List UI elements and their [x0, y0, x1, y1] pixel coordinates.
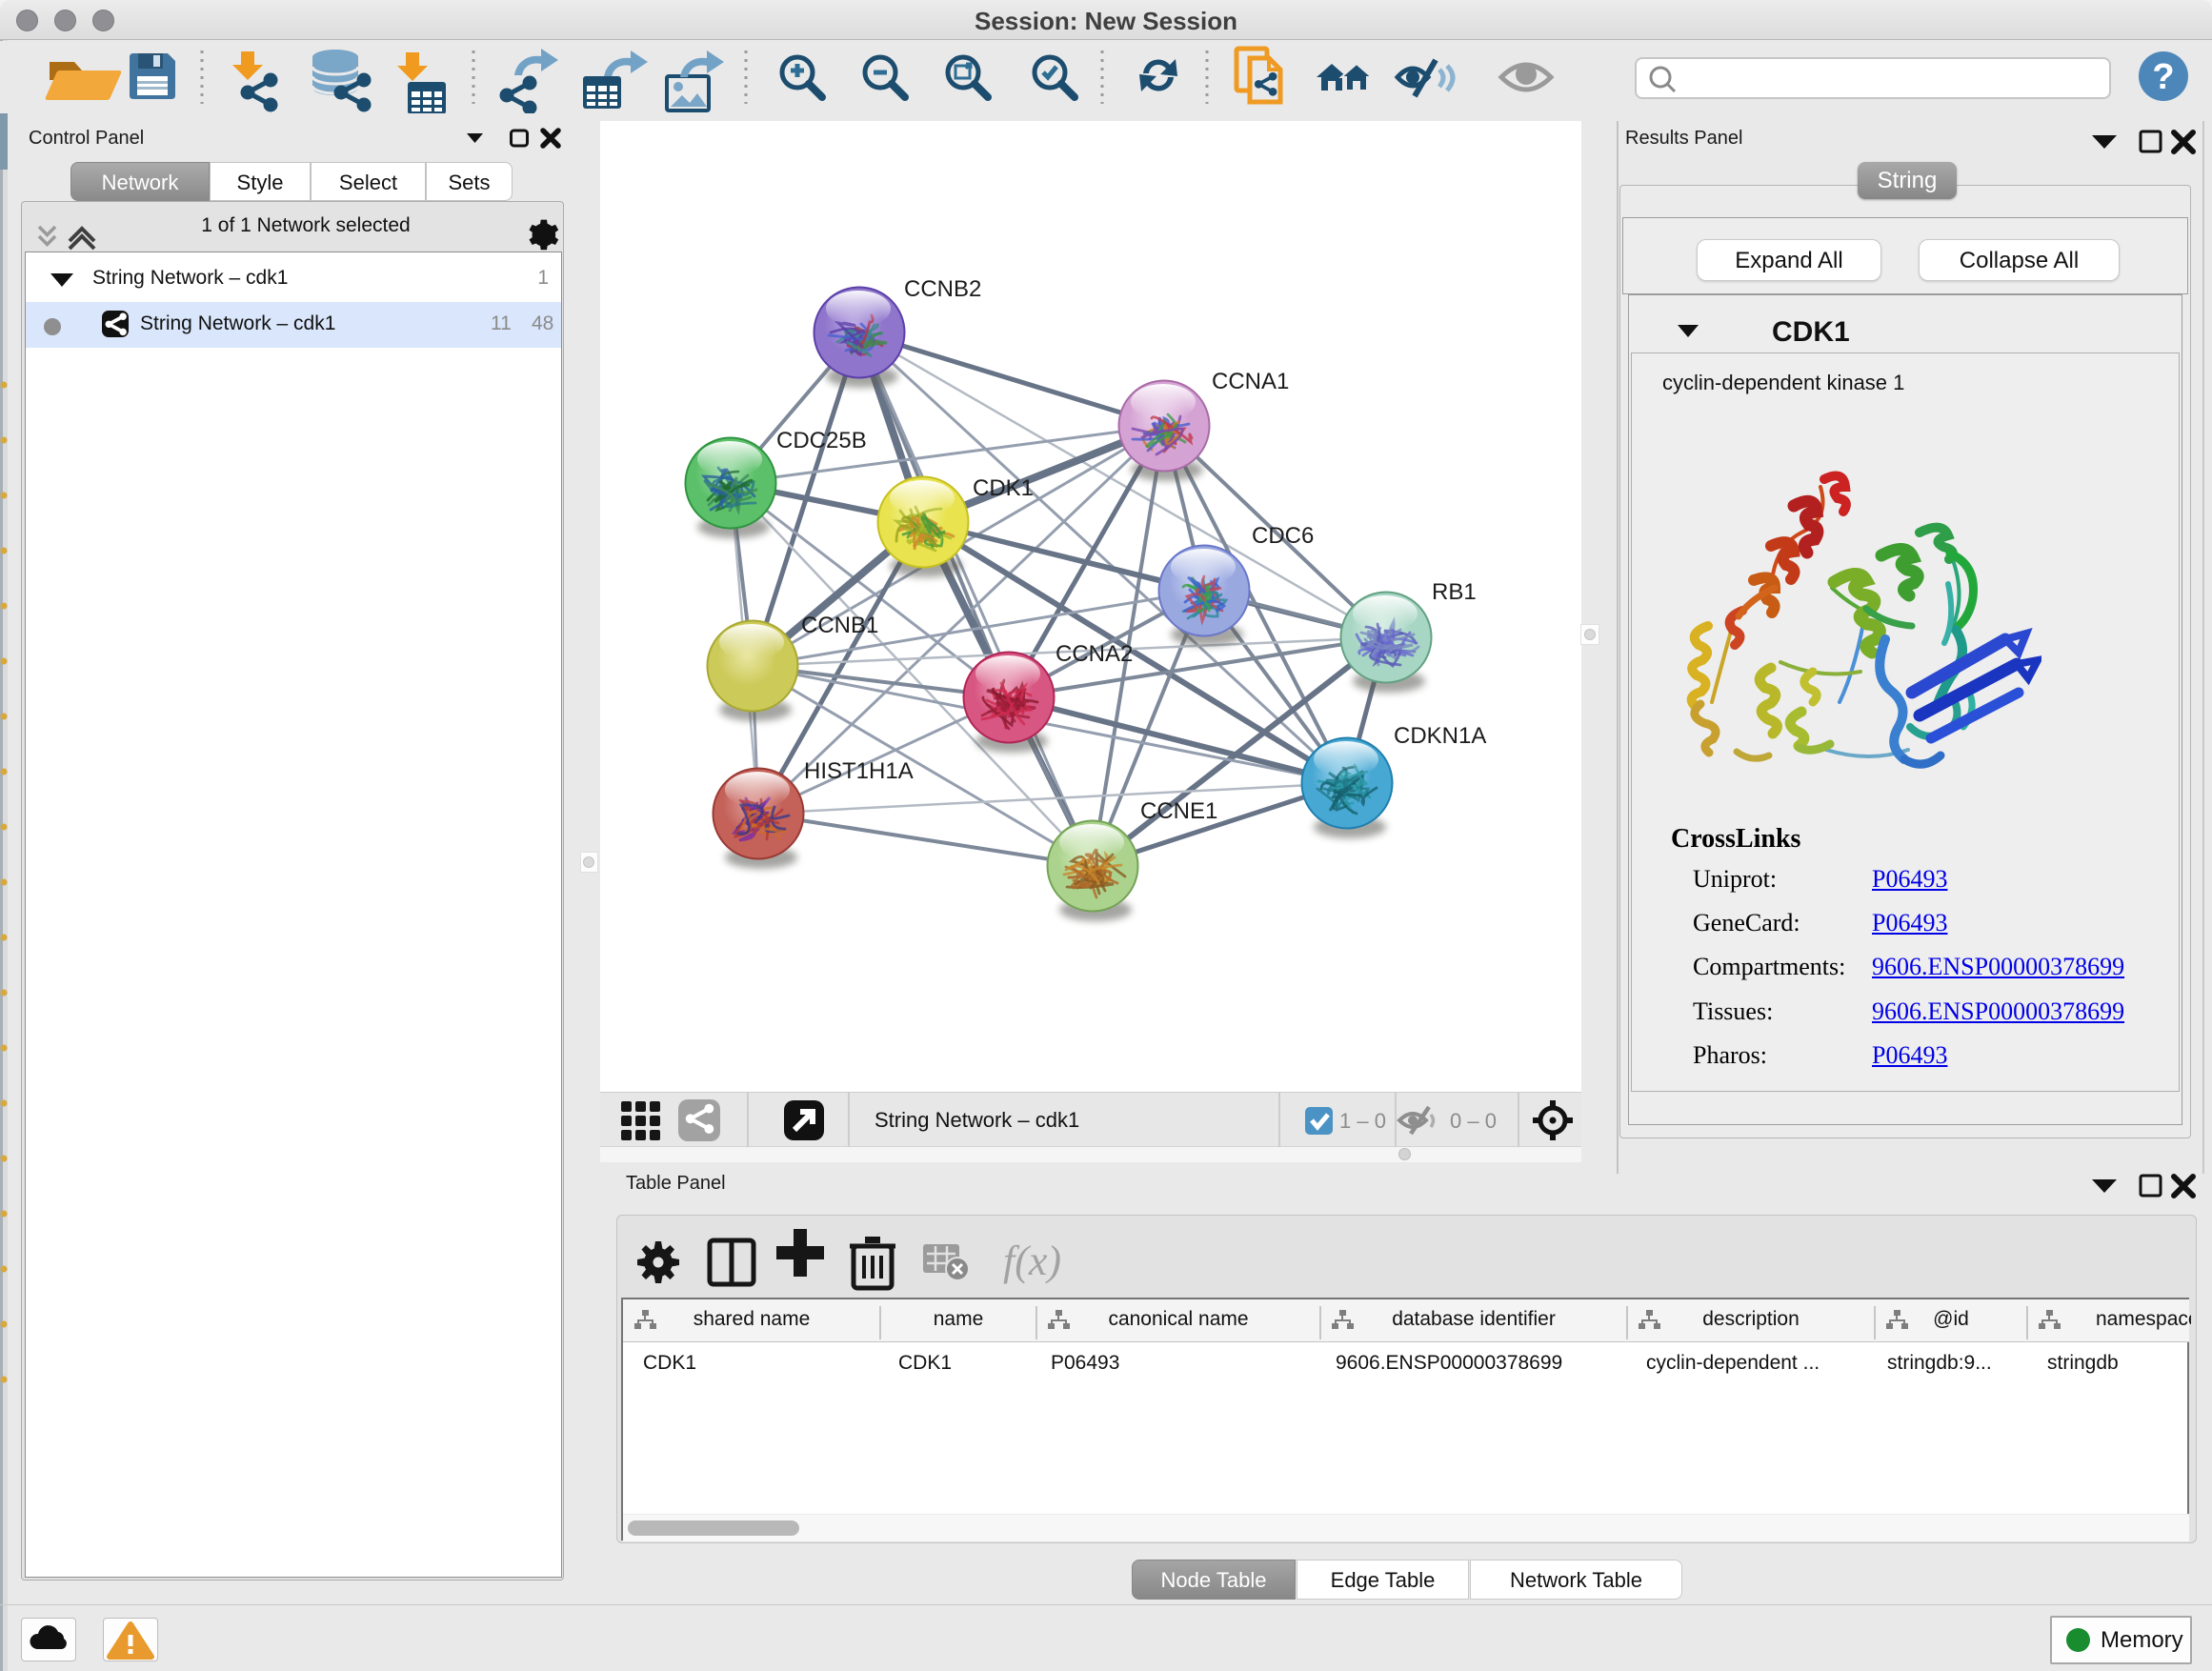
- svg-text:CCNA2: CCNA2: [1056, 641, 1133, 667]
- svg-text:?: ?: [2152, 57, 2174, 97]
- svg-text:CDK1: CDK1: [973, 475, 1034, 501]
- svg-text:HIST1H1A: HIST1H1A: [804, 758, 914, 784]
- svg-text:RB1: RB1: [1432, 579, 1477, 605]
- svg-text:CCNA1: CCNA1: [1212, 369, 1289, 394]
- svg-text:CCNB2: CCNB2: [904, 276, 981, 302]
- svg-text:CCNE1: CCNE1: [1140, 798, 1217, 824]
- svg-text:CDC6: CDC6: [1252, 523, 1314, 549]
- svg-text:f(x): f(x): [1003, 1238, 1061, 1284]
- svg-text:CCNB1: CCNB1: [801, 613, 878, 638]
- svg-text:CDKN1A: CDKN1A: [1394, 723, 1486, 749]
- svg-text:CDC25B: CDC25B: [776, 428, 867, 453]
